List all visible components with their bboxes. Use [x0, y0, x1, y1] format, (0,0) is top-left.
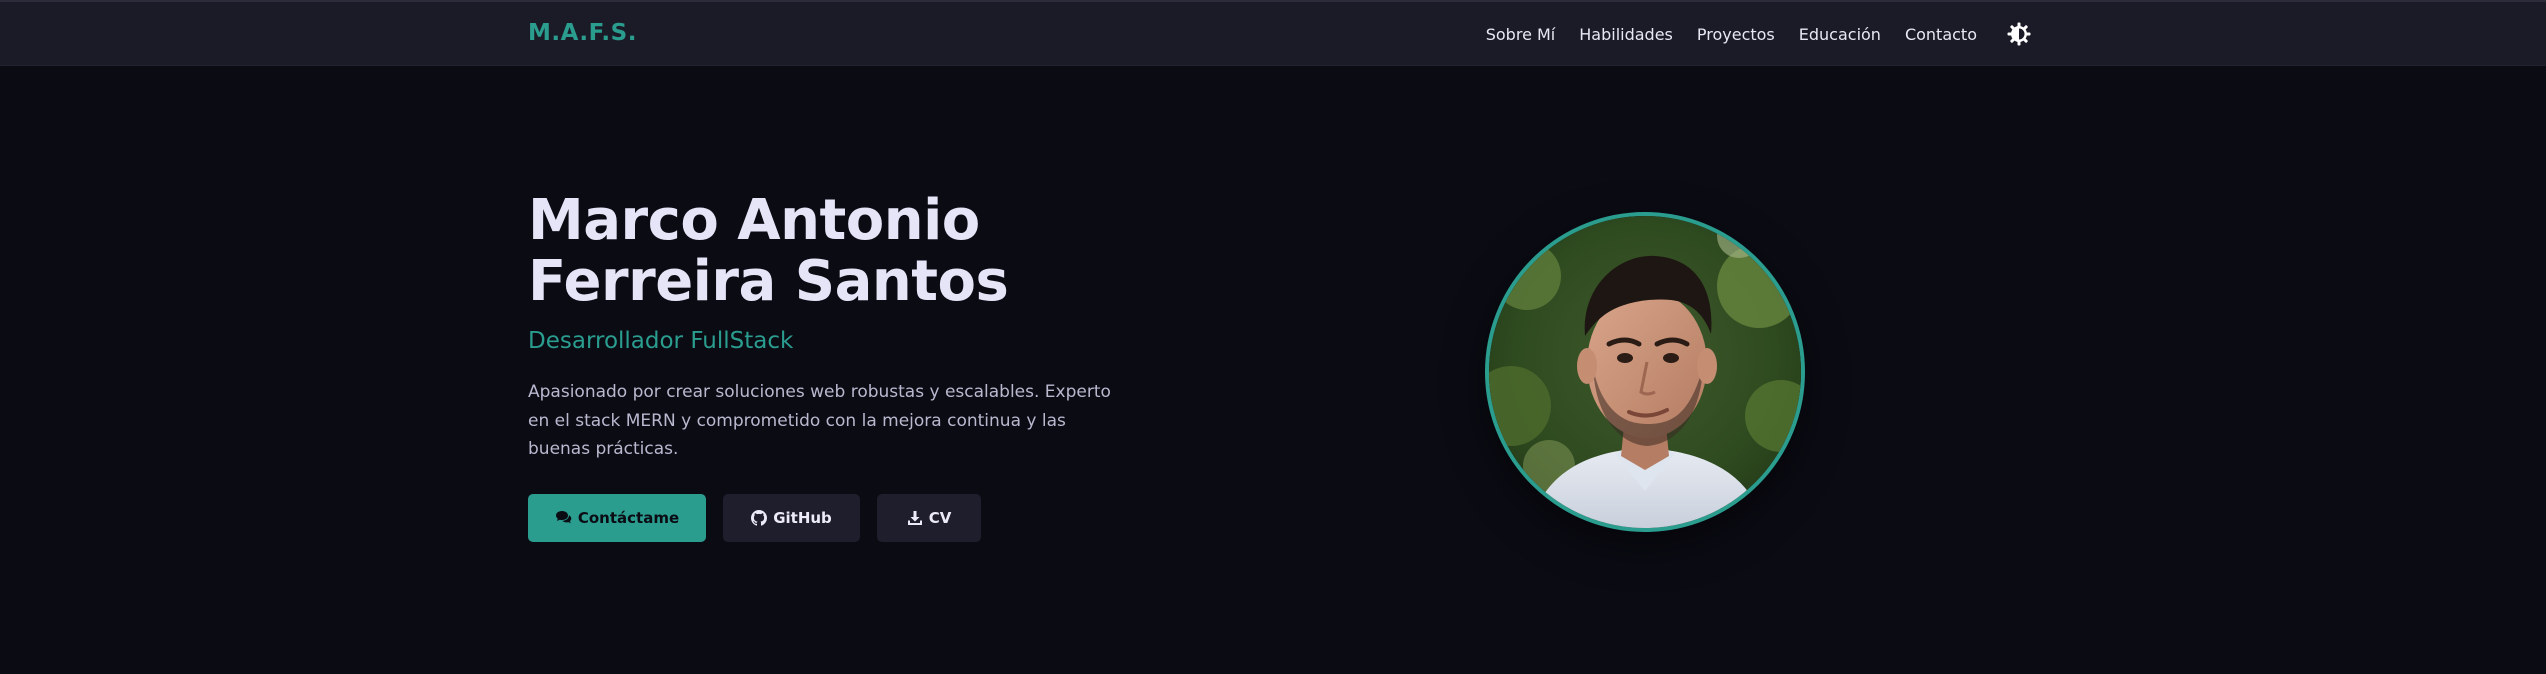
theme-toggle-button[interactable]	[2005, 20, 2033, 48]
hero-role: Desarrollador FullStack	[528, 328, 794, 354]
hero-description: Apasionado por crear soluciones web robu…	[528, 382, 1111, 459]
download-icon	[907, 510, 922, 525]
github-button-label: GitHub	[773, 508, 832, 527]
theme-toggle-icon	[2007, 22, 2031, 46]
hero-name-line1: Marco Antonio	[528, 188, 980, 253]
contact-button-label: Contáctame	[577, 508, 680, 527]
contact-button[interactable]: Contáctame	[528, 493, 706, 542]
cv-button-label: CV	[928, 508, 952, 527]
brand-logo[interactable]: M.A.F.S.	[528, 20, 637, 46]
nav-links: Sobre Mí Habilidades Proyectos Educación…	[1486, 2, 2033, 66]
nav-link-educacion[interactable]: Educación	[1799, 25, 1881, 44]
nav-link-contacto[interactable]: Contacto	[1905, 25, 1977, 44]
nav-link-habilidades[interactable]: Habilidades	[1579, 25, 1673, 44]
profile-photo	[1485, 212, 1805, 532]
hero-name-line2: Ferreira Santos	[528, 249, 1009, 314]
hero-intro: Marco Antonio Ferreira Santos Desarrolla…	[528, 190, 1148, 542]
nav-link-sobre-mi[interactable]: Sobre Mí	[1486, 25, 1556, 44]
profile-portrait-image	[1489, 216, 1801, 528]
cv-download-button[interactable]: CV	[877, 493, 981, 542]
hero-buttons: Contáctame GitHub CV	[528, 493, 1148, 542]
nav-link-proyectos[interactable]: Proyectos	[1697, 25, 1775, 44]
github-icon	[751, 509, 768, 526]
hero-name: Marco Antonio Ferreira Santos	[528, 190, 1148, 312]
github-button[interactable]: GitHub	[723, 493, 860, 542]
chat-icon	[555, 511, 572, 524]
navbar: M.A.F.S. Sobre Mí Habilidades Proyectos …	[0, 0, 2546, 66]
